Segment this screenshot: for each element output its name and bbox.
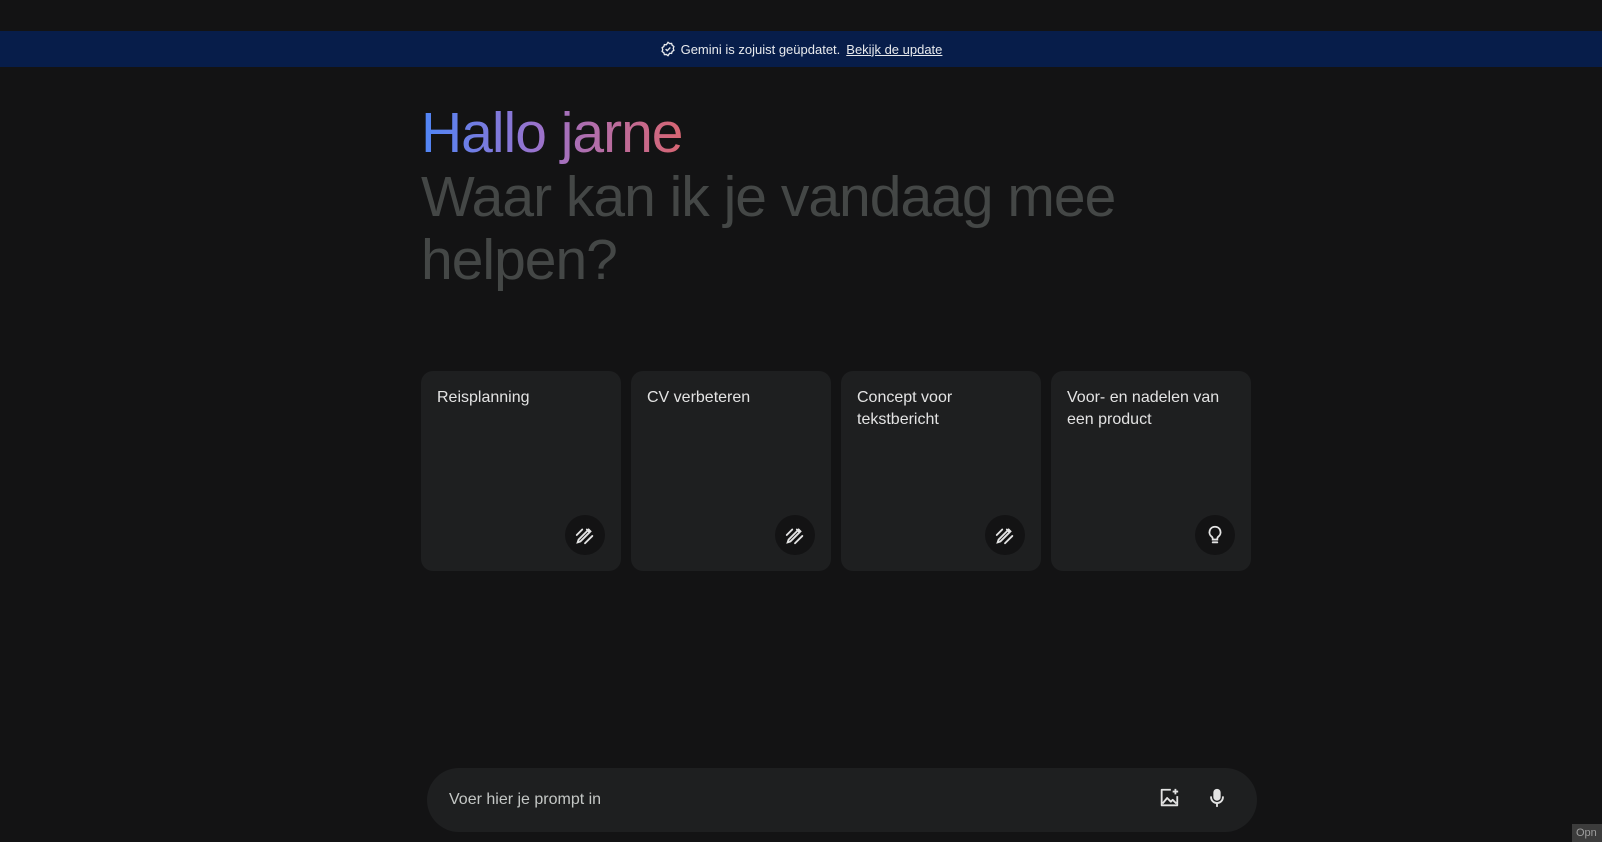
add-image-icon bbox=[1158, 787, 1180, 814]
suggestion-card-pros-cons[interactable]: Voor- en nadelen van een product bbox=[1051, 371, 1251, 571]
prompt-input[interactable] bbox=[447, 790, 1141, 810]
suggestion-cards: Reisplanning CV verbeteren Concept voor … bbox=[421, 371, 1251, 571]
draw-pencil-icon bbox=[565, 515, 605, 555]
card-label: CV verbeteren bbox=[647, 389, 751, 406]
add-image-button[interactable] bbox=[1149, 780, 1189, 820]
suggestion-card-travel[interactable]: Reisplanning bbox=[421, 371, 621, 571]
suggestion-card-cv[interactable]: CV verbeteren bbox=[631, 371, 831, 571]
greeting-subtitle: Waar kan ik je vandaag mee helpen? bbox=[421, 165, 1116, 292]
corner-tab[interactable]: Opn bbox=[1572, 824, 1602, 842]
lightbulb-icon bbox=[1195, 515, 1235, 555]
prompt-bar bbox=[427, 768, 1257, 832]
greeting-hello: Hallo jarne bbox=[421, 100, 686, 166]
microphone-button[interactable] bbox=[1197, 780, 1237, 820]
card-label: Voor- en nadelen van een product bbox=[1067, 389, 1220, 428]
verified-check-icon bbox=[660, 41, 676, 57]
view-update-link[interactable]: Bekijk de update bbox=[846, 42, 942, 57]
microphone-icon bbox=[1206, 787, 1228, 814]
card-label: Concept voor tekstbericht bbox=[857, 389, 953, 428]
draw-pencil-icon bbox=[775, 515, 815, 555]
update-banner: Gemini is zojuist geüpdatet. Bekijk de u… bbox=[0, 31, 1602, 67]
suggestion-card-text-message[interactable]: Concept voor tekstbericht bbox=[841, 371, 1041, 571]
draw-pencil-icon bbox=[985, 515, 1025, 555]
banner-text: Gemini is zojuist geüpdatet. bbox=[680, 41, 841, 57]
card-label: Reisplanning bbox=[437, 389, 530, 406]
browser-top-strip bbox=[0, 0, 1602, 31]
greeting: Hallo jarne Waar kan ik je vandaag mee h… bbox=[421, 100, 1141, 292]
